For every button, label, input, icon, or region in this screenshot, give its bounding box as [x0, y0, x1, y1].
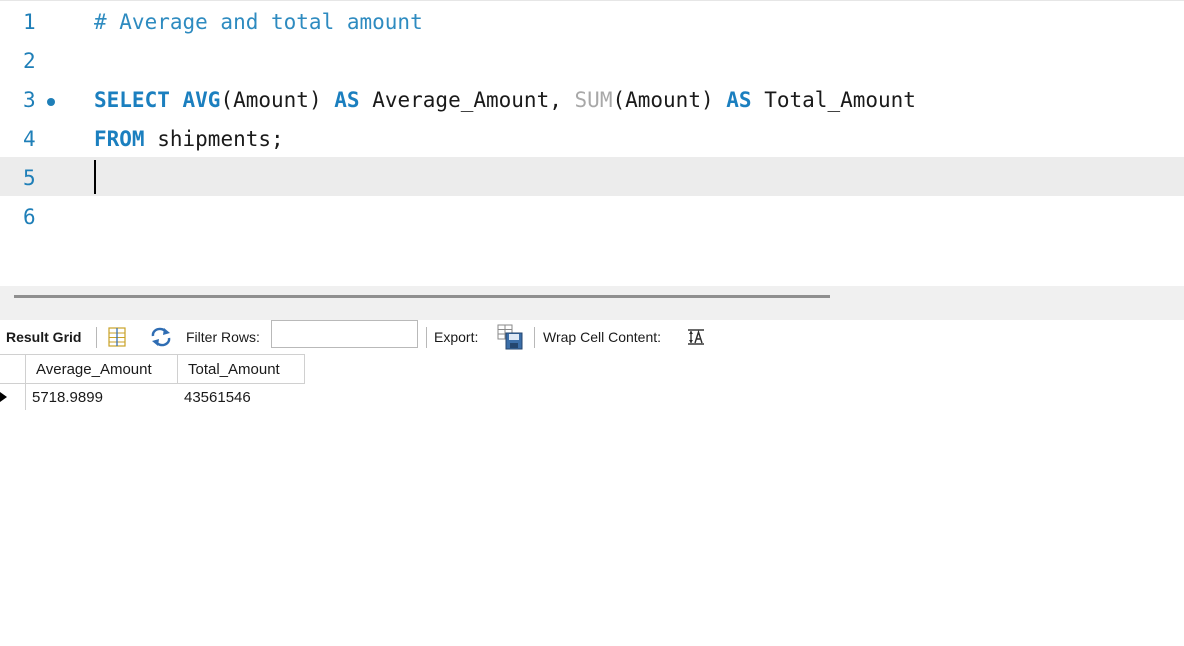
- result-grid-tab[interactable]: Result Grid: [6, 329, 81, 345]
- cell-value: 43561546: [184, 389, 251, 406]
- keyword-as: AS: [334, 88, 360, 112]
- column-header-total-amount[interactable]: Total_Amount: [178, 354, 305, 384]
- filter-rows-input[interactable]: [271, 320, 418, 348]
- panel-splitter[interactable]: [0, 286, 1184, 320]
- line-number: 6: [23, 205, 36, 229]
- code-line-4[interactable]: 4 FROM shipments;: [0, 120, 1184, 159]
- column-header-label: Total_Amount: [188, 361, 280, 378]
- code-line-5[interactable]: 5: [0, 157, 1184, 196]
- code-line-2[interactable]: 2: [0, 42, 1184, 81]
- column-header-average-amount[interactable]: Average_Amount: [26, 354, 178, 384]
- keyword-as: AS: [726, 88, 752, 112]
- code-line-6[interactable]: 6: [0, 198, 1184, 237]
- alias-total-amount: Total_Amount: [764, 88, 916, 112]
- sql-editor[interactable]: 1 # Average and total amount 2 3 SELECT …: [0, 0, 1184, 286]
- table-cell[interactable]: 43561546: [178, 384, 305, 410]
- text-cursor: [94, 160, 96, 194]
- row-header-corner: [0, 354, 26, 384]
- wrap-cell-content-label: Wrap Cell Content:: [543, 329, 662, 345]
- line-number: 1: [23, 10, 36, 34]
- sql-comment: # Average and total amount: [94, 10, 423, 34]
- current-row-arrow-icon: [0, 392, 7, 402]
- statement-marker-icon: [47, 98, 55, 106]
- row-indicator[interactable]: [0, 384, 26, 410]
- line-number: 2: [23, 49, 36, 73]
- export-icon[interactable]: [497, 324, 523, 350]
- table-name: shipments;: [157, 127, 284, 151]
- wrap-text-icon[interactable]: [686, 328, 706, 346]
- code-line-3[interactable]: 3 SELECT AVG(Amount) AS Average_Amount, …: [0, 81, 1184, 120]
- column-header-label: Average_Amount: [36, 361, 152, 378]
- sql-select-statement: SELECT AVG(Amount) AS Average_Amount, SU…: [94, 88, 916, 112]
- export-label: Export:: [434, 329, 479, 345]
- line-number: 4: [23, 127, 36, 151]
- avg-argument: (Amount): [220, 88, 322, 112]
- keyword-from: FROM: [94, 127, 145, 151]
- line-number: 5: [23, 166, 36, 190]
- sql-from-clause: FROM shipments;: [94, 127, 284, 151]
- toolbar-divider: [534, 327, 535, 348]
- horizontal-scrollbar[interactable]: [14, 295, 830, 298]
- sum-argument: (Amount): [612, 88, 714, 112]
- table-cell[interactable]: 5718.9899: [26, 384, 178, 410]
- toolbar-divider: [96, 327, 97, 348]
- toolbar-divider: [426, 327, 427, 348]
- refresh-icon[interactable]: [149, 327, 173, 347]
- cell-value: 5718.9899: [32, 389, 103, 406]
- function-avg: AVG: [182, 88, 221, 112]
- result-toolbar: Result Grid Filter Rows: Export: Wrap Ce…: [0, 320, 1184, 354]
- filter-rows-label: Filter Rows:: [186, 329, 260, 345]
- editor-top-border: [0, 0, 1184, 1]
- alias-average-amount: Average_Amount,: [372, 88, 562, 112]
- line-number: 3: [23, 88, 36, 112]
- function-sum: SUM: [574, 88, 613, 112]
- grid-layout-icon[interactable]: [108, 327, 126, 347]
- code-line-1[interactable]: 1 # Average and total amount: [0, 3, 1184, 42]
- keyword-select: SELECT: [94, 88, 170, 112]
